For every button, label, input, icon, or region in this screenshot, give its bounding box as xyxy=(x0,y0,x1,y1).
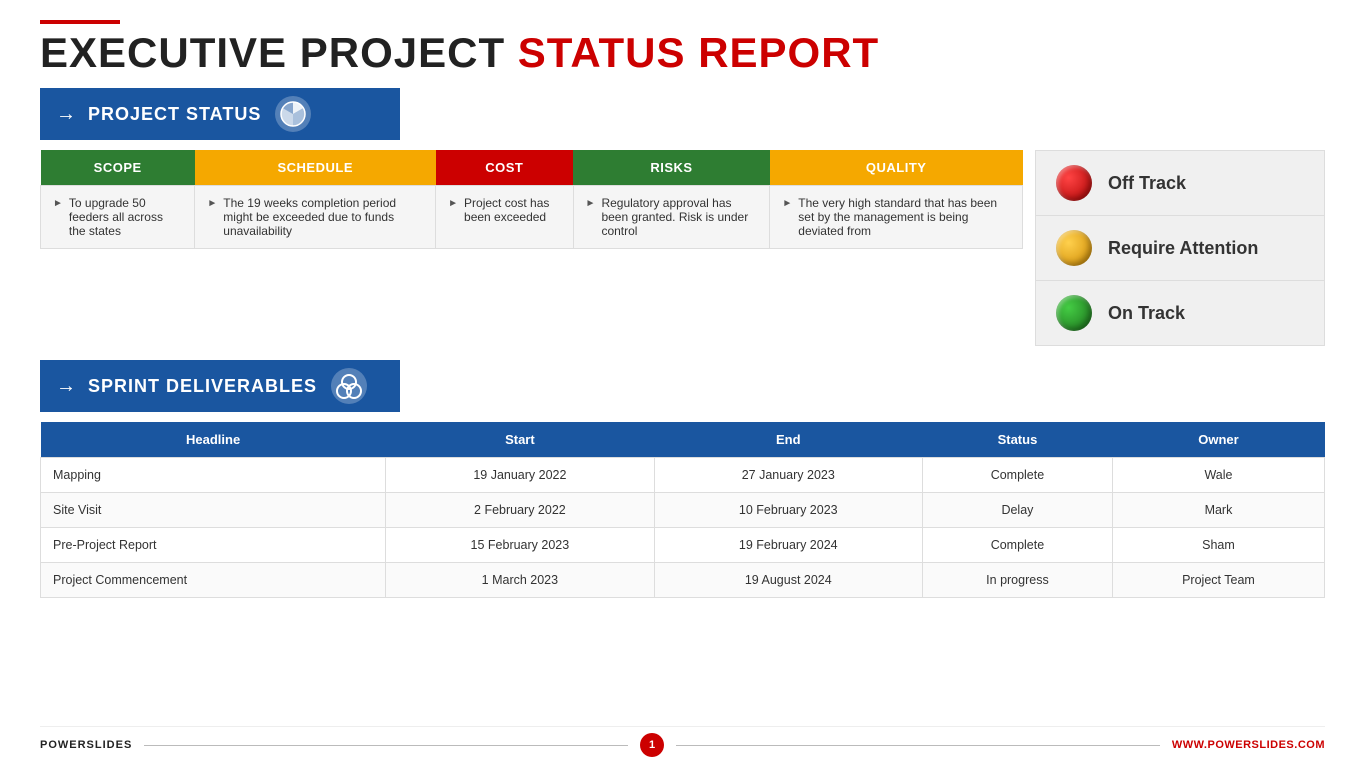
cost-bullet: ► Project cost has been exceeded xyxy=(448,196,560,224)
risks-text: Regulatory approval has been granted. Ri… xyxy=(601,196,757,238)
footer-line-left xyxy=(144,745,628,746)
sprint-row: Project Commencement1 March 202319 Augus… xyxy=(41,563,1325,598)
title-black: EXECUTIVE PROJECT xyxy=(40,29,518,76)
sprint-cell-end: 27 January 2023 xyxy=(654,458,922,493)
sprint-cell-status: Delay xyxy=(922,493,1112,528)
bullet-arrow-5: ► xyxy=(782,198,792,209)
bullet-arrow-2: ► xyxy=(207,198,217,209)
sprint-cell-owner: Project Team xyxy=(1112,563,1324,598)
sprint-deliverables-title: SPRINT DELIVERABLES xyxy=(88,376,317,397)
sprint-table: Headline Start End Status Owner Mapping1… xyxy=(40,422,1325,598)
cost-cell: ► Project cost has been exceeded xyxy=(436,186,573,249)
arrow-icon: → xyxy=(56,103,76,126)
sprint-cell-headline: Site Visit xyxy=(41,493,386,528)
trinity-icon xyxy=(335,372,363,400)
sprint-col-status: Status xyxy=(922,422,1112,458)
sprint-arrow-icon: → xyxy=(56,375,76,398)
scope-bullet: ► To upgrade 50 feeders all across the s… xyxy=(53,196,182,238)
col-scope: SCOPE xyxy=(41,150,195,186)
sprint-cell-start: 15 February 2023 xyxy=(386,528,654,563)
legend-off-track: Off Track xyxy=(1036,151,1324,216)
col-cost: COST xyxy=(436,150,573,186)
sprint-cell-status: Complete xyxy=(922,528,1112,563)
red-line xyxy=(40,20,120,24)
status-table-wrapper: SCOPE SCHEDULE COST RISKS QUALITY ► To u… xyxy=(40,150,1023,346)
footer: POWERSLIDES 1 WWW.POWERSLIDES.COM xyxy=(40,726,1325,757)
footer-page: 1 xyxy=(640,733,664,757)
header-section: EXECUTIVE PROJECT STATUS REPORT xyxy=(40,20,1325,76)
legend-panel: Off Track Require Attention On Track xyxy=(1035,150,1325,346)
status-table: SCOPE SCHEDULE COST RISKS QUALITY ► To u… xyxy=(40,150,1023,249)
sprint-col-owner: Owner xyxy=(1112,422,1324,458)
sprint-cell-start: 1 March 2023 xyxy=(386,563,654,598)
sprint-col-start: Start xyxy=(386,422,654,458)
sprint-row: Pre-Project Report15 February 202319 Feb… xyxy=(41,528,1325,563)
status-row: ► To upgrade 50 feeders all across the s… xyxy=(41,186,1023,249)
legend-on-track-label: On Track xyxy=(1108,303,1185,324)
quality-bullet: ► The very high standard that has been s… xyxy=(782,196,1010,238)
title-red: STATUS REPORT xyxy=(518,29,879,76)
sprint-row: Site Visit2 February 202210 February 202… xyxy=(41,493,1325,528)
footer-line-right xyxy=(676,745,1160,746)
sprint-cell-start: 2 February 2022 xyxy=(386,493,654,528)
quality-text: The very high standard that has been set… xyxy=(798,196,1010,238)
sprint-col-end: End xyxy=(654,422,922,458)
sprint-cell-status: Complete xyxy=(922,458,1112,493)
quality-cell: ► The very high standard that has been s… xyxy=(770,186,1023,249)
col-quality: QUALITY xyxy=(770,150,1023,186)
scope-cell: ► To upgrade 50 feeders all across the s… xyxy=(41,186,195,249)
legend-off-track-label: Off Track xyxy=(1108,173,1186,194)
status-area: SCOPE SCHEDULE COST RISKS QUALITY ► To u… xyxy=(40,150,1325,346)
sprint-cell-start: 19 January 2022 xyxy=(386,458,654,493)
sprint-cell-owner: Mark xyxy=(1112,493,1324,528)
bullet-arrow-3: ► xyxy=(448,198,458,209)
cost-text: Project cost has been exceeded xyxy=(464,196,561,224)
footer-right: WWW.POWERSLIDES.COM xyxy=(1172,739,1325,751)
risks-bullet: ► Regulatory approval has been granted. … xyxy=(586,196,758,238)
sprint-cell-end: 10 February 2023 xyxy=(654,493,922,528)
trinity-icon-container xyxy=(331,368,367,404)
main-title: EXECUTIVE PROJECT STATUS REPORT xyxy=(40,30,1325,76)
sprint-cell-owner: Wale xyxy=(1112,458,1324,493)
schedule-text: The 19 weeks completion period might be … xyxy=(223,196,423,238)
sprint-cell-headline: Mapping xyxy=(41,458,386,493)
pie-chart-icon-container xyxy=(275,96,311,132)
scope-text: To upgrade 50 feeders all across the sta… xyxy=(69,196,182,238)
schedule-cell: ► The 19 weeks completion period might b… xyxy=(195,186,436,249)
schedule-bullet: ► The 19 weeks completion period might b… xyxy=(207,196,423,238)
legend-require-attention-label: Require Attention xyxy=(1108,238,1258,259)
legend-require-attention: Require Attention xyxy=(1036,216,1324,281)
sprint-deliverables-header: → SPRINT DELIVERABLES xyxy=(40,360,400,412)
project-status-title: PROJECT STATUS xyxy=(88,104,261,125)
project-status-header: → PROJECT STATUS xyxy=(40,88,400,140)
bullet-arrow: ► xyxy=(53,198,63,209)
col-risks: RISKS xyxy=(573,150,770,186)
sprint-col-headline: Headline xyxy=(41,422,386,458)
page-wrapper: EXECUTIVE PROJECT STATUS REPORT → PROJEC… xyxy=(0,0,1365,767)
risks-cell: ► Regulatory approval has been granted. … xyxy=(573,186,770,249)
sprint-cell-end: 19 February 2024 xyxy=(654,528,922,563)
dot-green xyxy=(1056,295,1092,331)
dot-gold xyxy=(1056,230,1092,266)
sprint-cell-status: In progress xyxy=(922,563,1112,598)
bullet-arrow-4: ► xyxy=(586,198,596,209)
sprint-row: Mapping19 January 202227 January 2023Com… xyxy=(41,458,1325,493)
sprint-cell-owner: Sham xyxy=(1112,528,1324,563)
sprint-cell-headline: Project Commencement xyxy=(41,563,386,598)
footer-left: POWERSLIDES xyxy=(40,739,132,751)
col-schedule: SCHEDULE xyxy=(195,150,436,186)
sprint-cell-headline: Pre-Project Report xyxy=(41,528,386,563)
pie-chart-icon xyxy=(279,100,307,128)
sprint-cell-end: 19 August 2024 xyxy=(654,563,922,598)
legend-on-track: On Track xyxy=(1036,281,1324,345)
dot-red xyxy=(1056,165,1092,201)
